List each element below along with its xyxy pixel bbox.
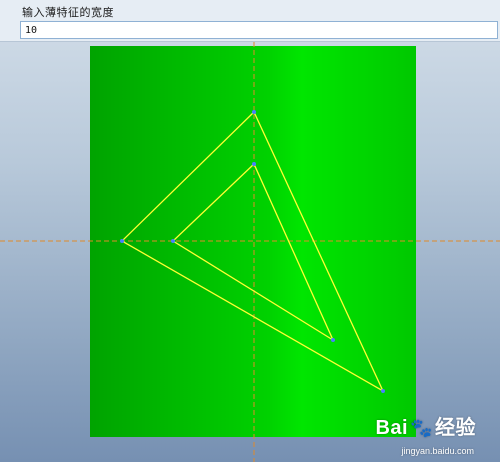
input-prompt-bar: 输入薄特征的宽度 bbox=[0, 0, 500, 42]
graphics-viewport[interactable] bbox=[0, 42, 500, 462]
watermark-logo-suffix: 经验 bbox=[435, 417, 476, 439]
thickness-value-input[interactable] bbox=[20, 21, 498, 39]
paw-icon: 🐾 bbox=[410, 418, 433, 438]
vertex-point[interactable] bbox=[331, 338, 335, 342]
watermark-url: jingyan.baidu.com bbox=[401, 446, 474, 456]
vertex-point[interactable] bbox=[171, 239, 175, 243]
vertex-point[interactable] bbox=[381, 389, 385, 393]
vertex-point[interactable] bbox=[252, 110, 256, 114]
vertex-point[interactable] bbox=[252, 162, 256, 166]
thickness-prompt-label: 输入薄特征的宽度 bbox=[22, 6, 114, 19]
watermark-logo-text: Bai bbox=[375, 417, 409, 439]
vertex-point[interactable] bbox=[120, 239, 124, 243]
viewport-canvas[interactable] bbox=[0, 42, 500, 462]
baidu-watermark-logo: Bai 🐾 经验 bbox=[375, 411, 476, 440]
